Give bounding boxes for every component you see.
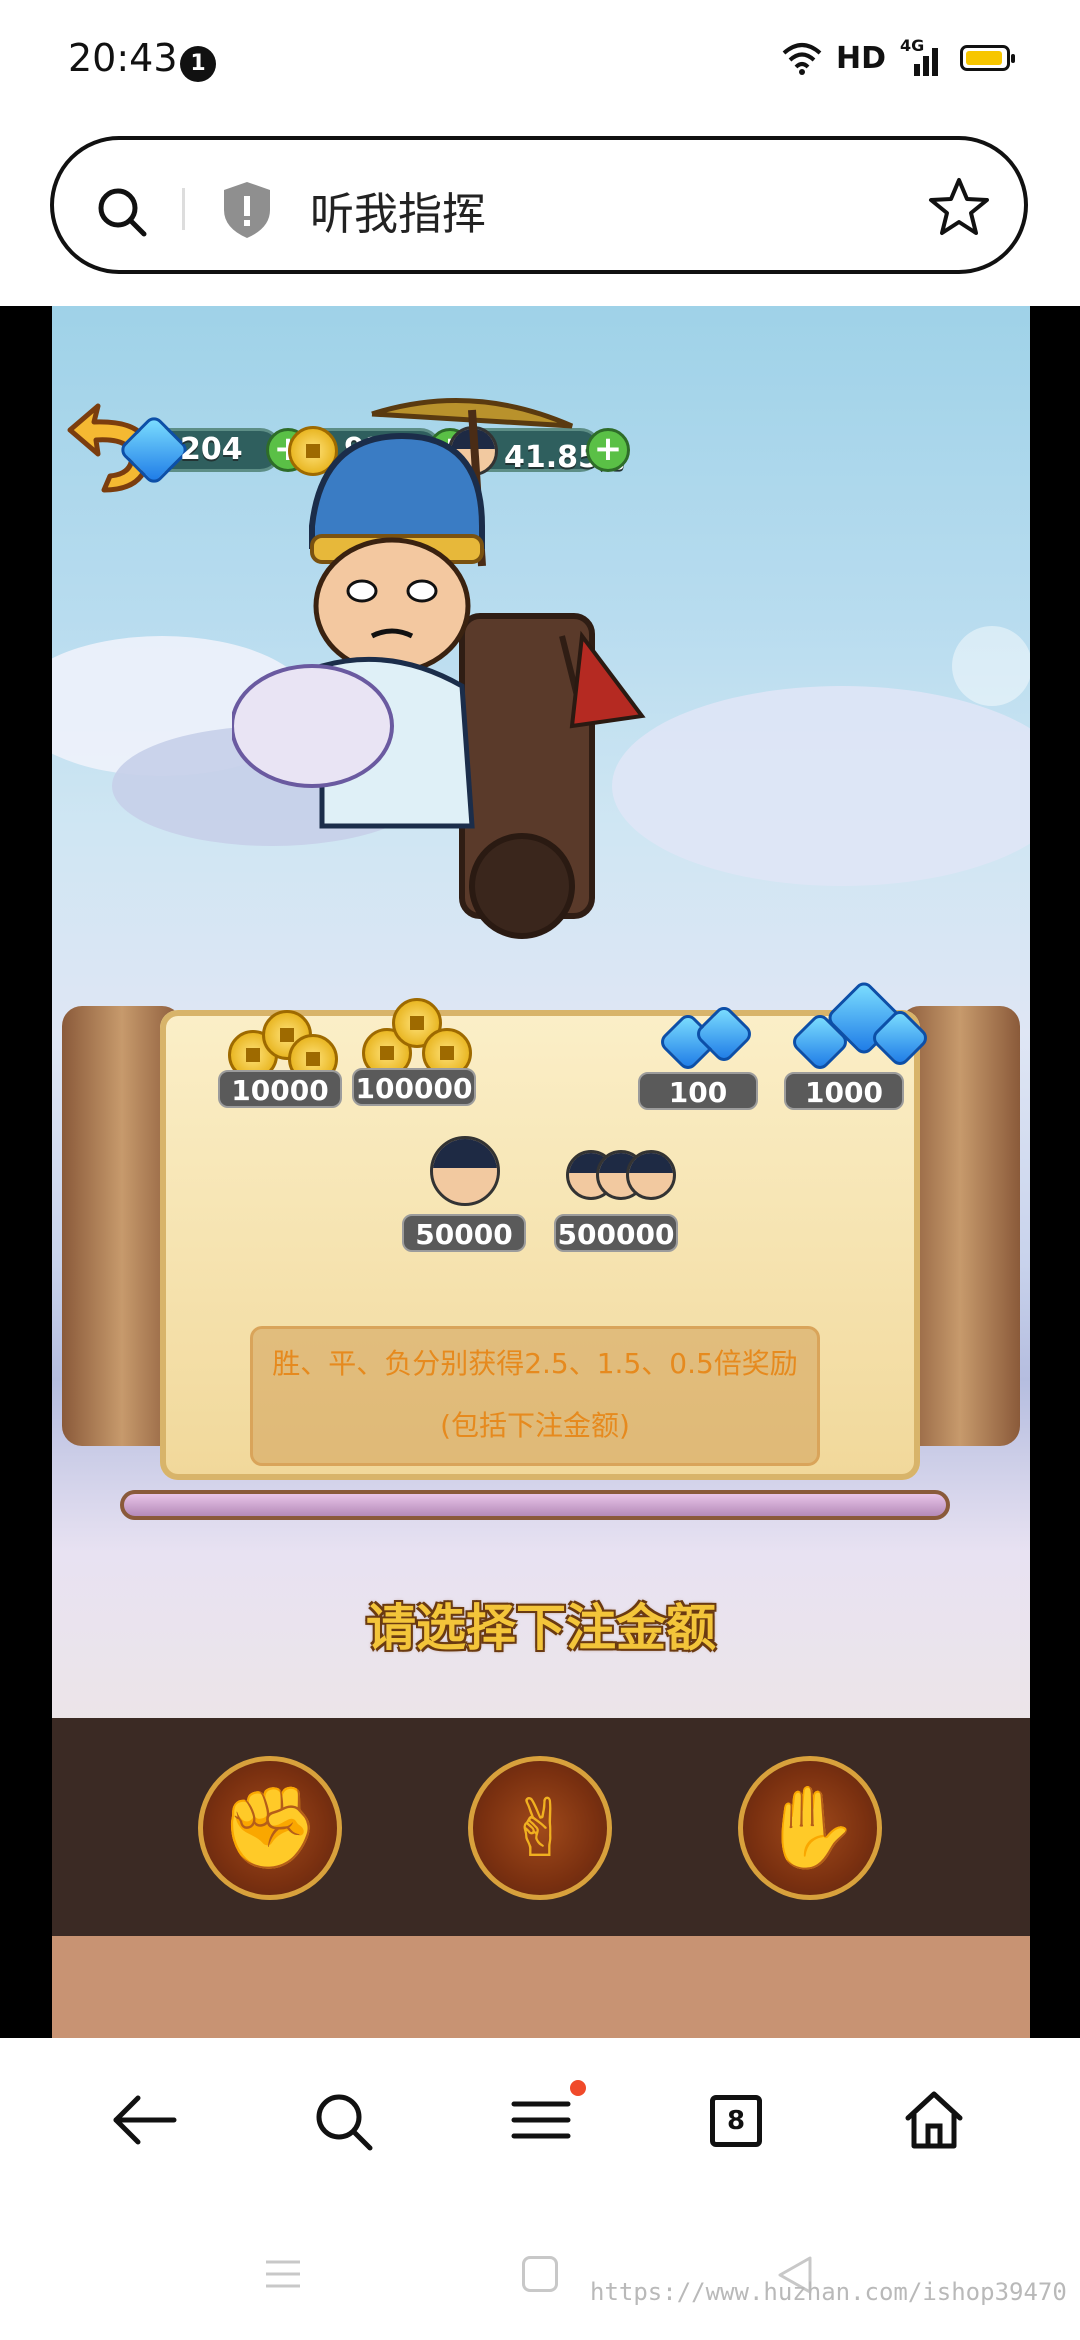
bubble (952, 626, 1030, 706)
bet-label-soldier-50000[interactable]: 50000 (402, 1214, 526, 1252)
letterbox-left (0, 306, 52, 2038)
page-title[interactable]: 听我指挥 (310, 178, 486, 242)
home-gesture-icon[interactable] (522, 2256, 558, 2292)
scissors-button[interactable]: ✌ (468, 1756, 612, 1900)
cell-signal-icon: 4G (900, 36, 946, 76)
address-bar[interactable] (50, 136, 1028, 274)
shield-icon[interactable] (220, 180, 274, 240)
bet-label-coin-100000[interactable]: 100000 (352, 1068, 476, 1106)
strategist-character (232, 398, 646, 939)
system-icons: HD 4G (782, 36, 1015, 76)
bet-label-gem-100[interactable]: 100 (638, 1072, 758, 1110)
rock-button[interactable]: ✊ (198, 1756, 342, 1900)
bet-label-soldier-500000[interactable]: 500000 (554, 1214, 678, 1252)
search-icon[interactable] (94, 184, 150, 240)
signal-type: 4G (900, 36, 925, 55)
soldier-single-icon[interactable] (430, 1136, 500, 1206)
menu-notification-dot (570, 2080, 586, 2096)
scroll-rod (120, 1490, 950, 1520)
tabs-button[interactable]: 8 (710, 2095, 762, 2147)
recent-apps-icon[interactable] (262, 2256, 304, 2292)
back-icon[interactable] (110, 2092, 180, 2148)
search-divider (182, 188, 185, 230)
scissors-hand-icon: ✌ (506, 1781, 574, 1875)
watermark: https://www.huzhan.com/ishop39470 (590, 2278, 1067, 2306)
game-floor (52, 1936, 1030, 2038)
reward-info-note: (包括下注金额) (440, 1409, 630, 1442)
paper-button[interactable]: ✋ (738, 1756, 882, 1900)
home-icon[interactable] (902, 2088, 966, 2152)
bet-prompt: 请选择下注金额 (366, 1599, 716, 1657)
search-icon[interactable] (312, 2090, 376, 2154)
notification-badge: 1 (180, 46, 216, 82)
wifi-icon (782, 43, 822, 75)
star-icon[interactable] (928, 176, 990, 238)
letterbox-right (1030, 306, 1080, 2038)
clock: 20:43 (68, 36, 178, 80)
soldier-group-icon[interactable] (566, 1144, 676, 1204)
bet-label-gem-1000[interactable]: 1000 (784, 1072, 904, 1110)
reward-info-text: 胜、平、负分别获得2.5、1.5、0.5倍奖励 (272, 1347, 798, 1380)
fist-icon: ✊ (220, 1781, 320, 1874)
menu-icon[interactable] (508, 2092, 578, 2148)
hd-indicator: HD (835, 40, 886, 76)
bet-label-coin-10000[interactable]: 10000 (218, 1070, 342, 1108)
open-hand-icon: ✋ (760, 1781, 860, 1874)
battery-icon (960, 45, 1015, 71)
